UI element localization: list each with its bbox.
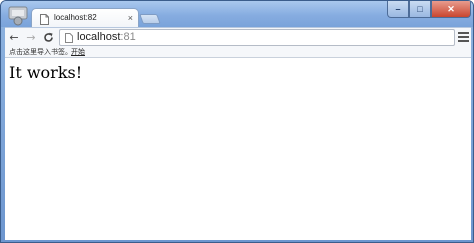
- reload-icon[interactable]: [41, 30, 55, 45]
- back-arrow-icon[interactable]: ←: [7, 30, 21, 45]
- page-icon: [65, 33, 73, 43]
- url-port: :81: [120, 31, 136, 43]
- page-icon: [40, 14, 49, 25]
- maximize-button[interactable]: □: [409, 1, 431, 18]
- menu-line: [458, 32, 469, 34]
- close-window-button[interactable]: ✕: [431, 1, 471, 18]
- title-bar: localhost:82 × – □ ✕: [1, 1, 473, 29]
- tab-title: localhost:82: [54, 13, 97, 22]
- menu-line: [458, 40, 469, 42]
- minimize-button[interactable]: –: [387, 1, 409, 18]
- import-bookmarks-link[interactable]: 开始: [71, 47, 85, 57]
- url-host: localhost: [77, 31, 121, 43]
- browser-window: localhost:82 × – □ ✕ ← → localhost:81 点击…: [0, 0, 474, 243]
- page-heading: It works!: [9, 63, 83, 82]
- tab-localhost[interactable]: localhost:82 ×: [31, 8, 139, 29]
- forward-arrow-icon[interactable]: →: [24, 30, 38, 45]
- close-tab-icon[interactable]: ×: [128, 12, 133, 24]
- menu-icon[interactable]: [458, 31, 469, 43]
- chrome-app-icon[interactable]: [5, 3, 31, 27]
- bookmarks-bar: 点击这里导入书签。 开始: [5, 47, 471, 58]
- page-content: It works!: [5, 58, 471, 240]
- menu-line: [458, 36, 469, 38]
- toolbar: ← → localhost:81: [5, 27, 471, 47]
- address-bar[interactable]: localhost:81: [59, 29, 455, 46]
- new-tab-button[interactable]: [139, 14, 161, 24]
- import-bookmarks-hint: 点击这里导入书签。: [9, 48, 72, 56]
- reload-glyph: [43, 32, 53, 42]
- window-controls: – □ ✕: [387, 1, 471, 18]
- url-text[interactable]: localhost:81: [77, 31, 136, 43]
